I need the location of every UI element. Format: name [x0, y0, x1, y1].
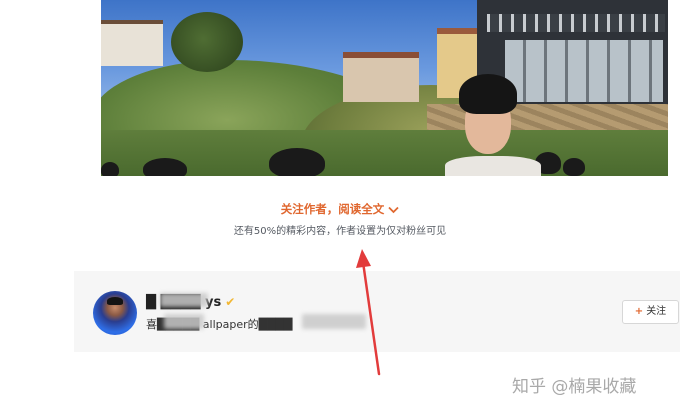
watermark: 知乎 @楠果收藏 — [512, 377, 637, 397]
annotation-arrow — [356, 249, 381, 376]
article-page: 关注作者，阅读全文 还有50%的精彩内容，作者设置为仅对粉丝可见 █ ████ … — [0, 0, 680, 413]
